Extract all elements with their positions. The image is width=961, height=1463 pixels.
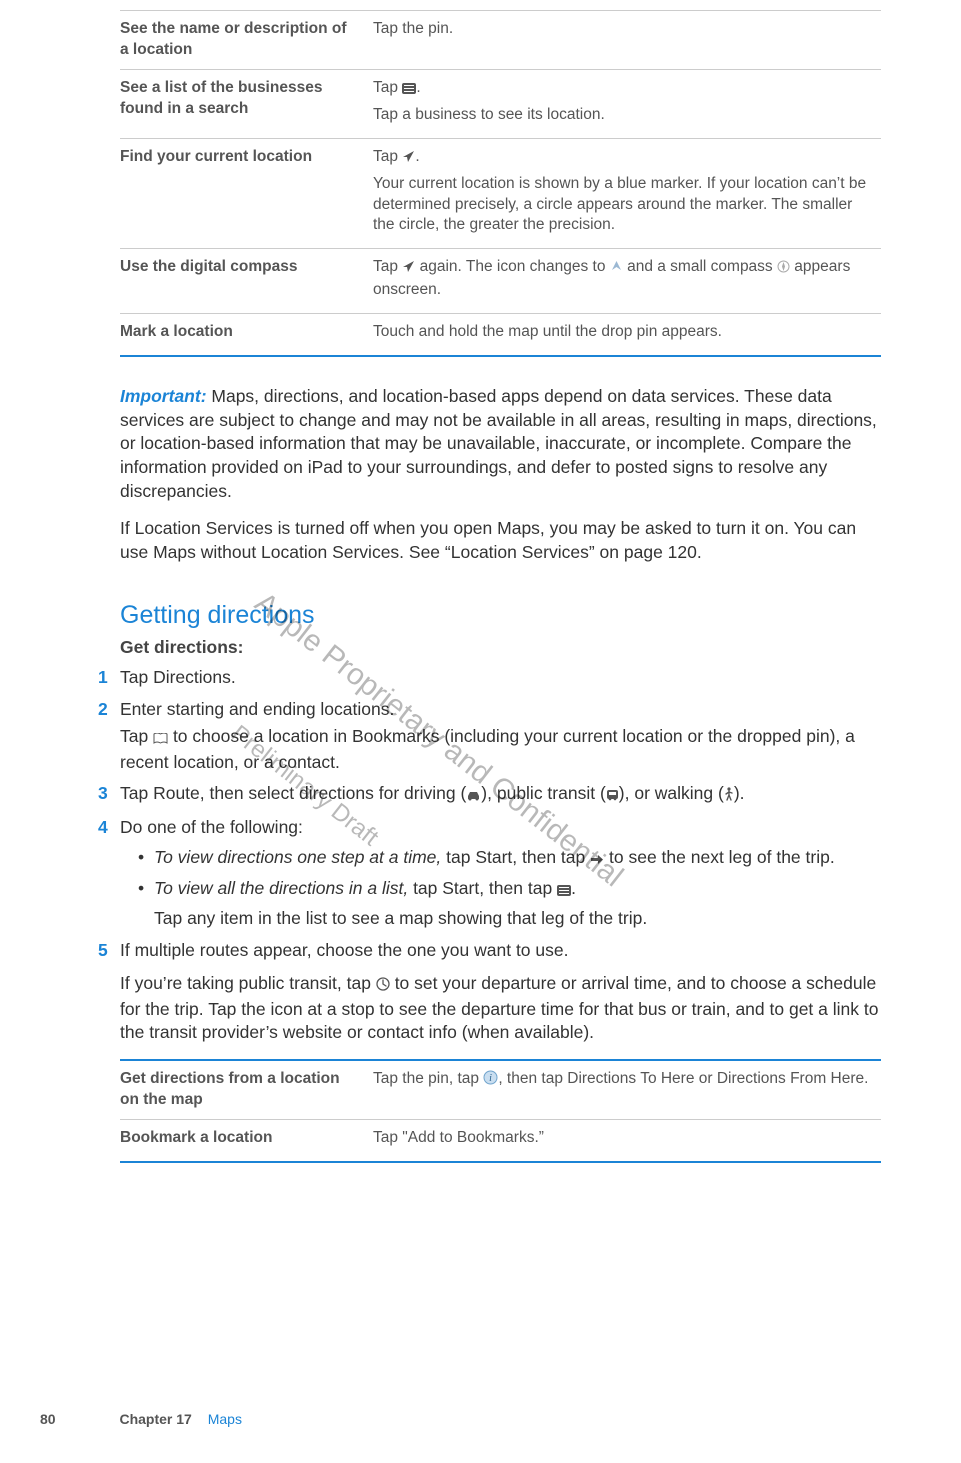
location-arrow-icon <box>402 149 415 170</box>
row-right: Tap the pin. <box>373 11 881 70</box>
row-left: Find your current location <box>120 138 373 249</box>
row-right: Tap . Tap a business to see its location… <box>373 69 881 138</box>
page-footer: 80 Chapter 17 Maps <box>40 1410 242 1429</box>
important-label: Important: <box>120 386 211 406</box>
transit-note: If you’re taking public transit, tap to … <box>120 972 881 1045</box>
walk-icon <box>724 784 734 808</box>
list-icon <box>402 80 416 101</box>
row-right: Tap again. The icon changes to and a sma… <box>373 249 881 314</box>
steps-list: Tap Directions. Enter starting and endin… <box>120 666 881 962</box>
chapter-title: Maps <box>208 1411 242 1427</box>
step-1: Tap Directions. <box>98 666 881 690</box>
important-note: Important: Maps, directions, and locatio… <box>120 385 881 564</box>
svg-text:i: i <box>489 1073 492 1084</box>
section-heading: Getting directions <box>120 599 881 633</box>
clock-icon <box>376 974 390 998</box>
info-icon: i <box>483 1070 498 1092</box>
list-icon <box>557 879 571 903</box>
step-5: If multiple routes appear, choose the on… <box>98 939 881 963</box>
step-4: Do one of the following: To view directi… <box>98 816 881 931</box>
location-services-note: If Location Services is turned off when … <box>120 517 881 564</box>
compass-mode-icon <box>610 259 623 280</box>
row-right: Tap the pin, tap i, then tap Directions … <box>373 1060 881 1119</box>
page-number: 80 <box>40 1411 56 1427</box>
row-right: Tap . Your current location is shown by … <box>373 138 881 249</box>
car-icon <box>466 784 481 808</box>
location-arrow-icon <box>402 259 415 280</box>
step-3: Tap Route, then select directions for dr… <box>98 782 881 808</box>
arrow-right-icon <box>590 848 604 872</box>
step-2: Enter starting and ending locations. Tap… <box>98 698 881 775</box>
row-left: Mark a location <box>120 314 373 356</box>
actions-table-2: Get directions from a location on the ma… <box>120 1059 881 1163</box>
row-left: See the name or description of a locatio… <box>120 11 373 70</box>
book-icon <box>153 727 168 751</box>
row-right: Tap "Add to Bookmarks.” <box>373 1119 881 1161</box>
bullet-step-at-a-time: To view directions one step at a time, t… <box>138 846 881 872</box>
row-left: See a list of the businesses found in a … <box>120 69 373 138</box>
bullet-list-view: To view all the directions in a list, ta… <box>138 877 881 930</box>
chapter-label: Chapter 17 <box>119 1411 191 1427</box>
bus-icon <box>606 784 619 808</box>
subheading: Get directions: <box>120 636 881 660</box>
row-right: Touch and hold the map until the drop pi… <box>373 314 881 356</box>
compass-icon <box>777 259 790 280</box>
row-left: Bookmark a location <box>120 1119 373 1161</box>
actions-table-1: See the name or description of a locatio… <box>120 10 881 357</box>
row-left: Use the digital compass <box>120 249 373 314</box>
row-left: Get directions from a location on the ma… <box>120 1060 373 1119</box>
